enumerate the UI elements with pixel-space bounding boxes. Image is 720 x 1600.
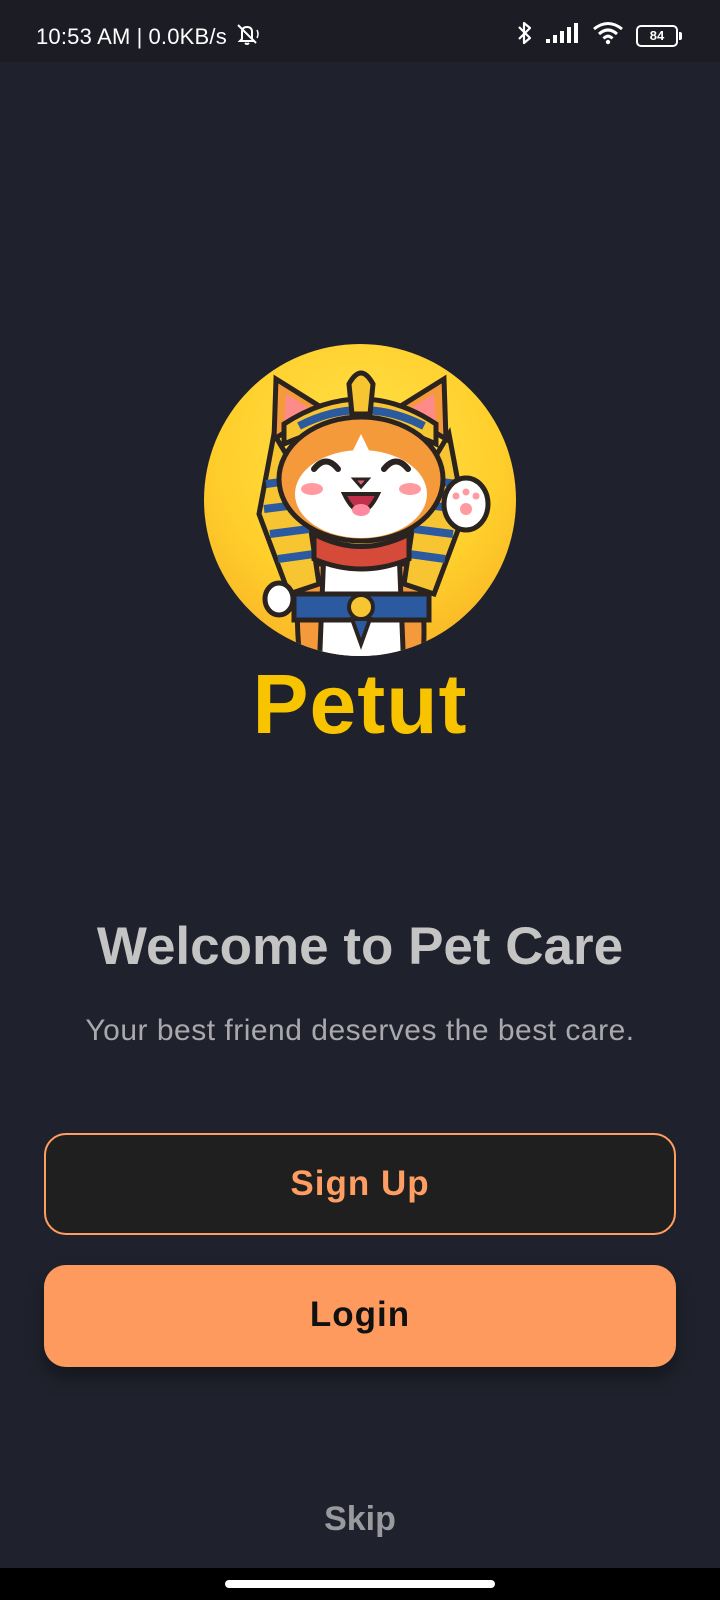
- status-right: 84: [516, 20, 682, 51]
- battery-level: 84: [649, 27, 665, 43]
- status-separator: |: [136, 24, 143, 49]
- sign-up-button[interactable]: Sign Up: [44, 1133, 676, 1235]
- brand-name: Petut: [252, 657, 468, 751]
- status-time: 10:53 AM: [36, 24, 131, 49]
- login-button[interactable]: Login: [44, 1265, 676, 1367]
- status-bar: 10:53 AM | 0.0KB/s 84: [0, 0, 720, 62]
- welcome-title: Welcome to Pet Care: [96, 917, 624, 976]
- bluetooth-icon: [516, 20, 534, 51]
- network-speed: 0.0KB/s: [148, 24, 227, 49]
- welcome-screen: 10:53 AM | 0.0KB/s 84 Petut Welcome to P…: [0, 0, 720, 1600]
- silent-icon: [233, 22, 261, 52]
- pharaoh-cat-mascot: [256, 370, 491, 656]
- welcome-subtitle: Your best friend deserves the best care.: [85, 1014, 635, 1047]
- signal-icon: [546, 22, 580, 49]
- navigation-bar: [0, 1568, 720, 1600]
- wifi-icon: [592, 21, 624, 50]
- home-indicator[interactable]: [225, 1580, 495, 1588]
- status-left: 10:53 AM | 0.0KB/s: [36, 22, 261, 52]
- battery-icon: 84: [636, 24, 682, 47]
- skip-button[interactable]: Skip: [0, 1500, 720, 1539]
- logo-circle: [204, 344, 516, 656]
